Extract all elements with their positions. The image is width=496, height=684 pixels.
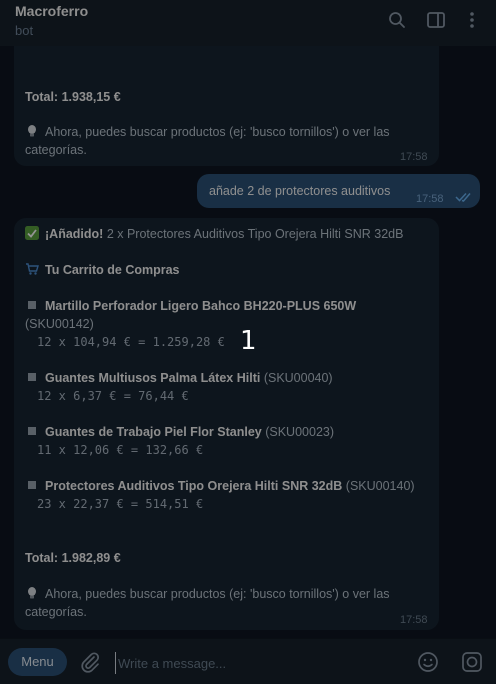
square-bullet-icon	[25, 478, 39, 492]
cart-item-sku: (SKU00040)	[263, 371, 333, 385]
cart-item: Martillo Perforador Ligero Bahco BH220-P…	[25, 297, 356, 315]
cart-item-calc: 12 x 104,94 € = 1.259,28 €	[37, 335, 225, 349]
message-composer: Menu	[0, 638, 496, 684]
message-time: 17:58	[400, 614, 428, 626]
more-options-icon[interactable]	[462, 10, 482, 30]
search-icon[interactable]	[387, 10, 407, 30]
cart-item-sku: (SKU00140)	[345, 479, 415, 493]
menu-button[interactable]: Menu	[8, 648, 67, 676]
cart-item-sku: (SKU00023)	[265, 425, 335, 439]
square-bullet-icon	[25, 370, 39, 384]
user-message: añade 2 de protectores auditivos 17:58	[197, 174, 480, 208]
cart-item-name: Guantes de Trabajo Piel Flor Stanley	[45, 425, 262, 439]
cart-item-name: Guantes Multiusos Palma Látex Hilti	[45, 371, 261, 385]
chat-title: Macroferro	[15, 3, 89, 19]
cart-item-name: Protectores Auditivos Tipo Orejera Hilti…	[45, 479, 343, 493]
chat-window: Macroferro bot Total: 1.938,15 € Ahora, …	[0, 0, 496, 684]
hint-text: Ahora, puedes buscar productos (ej: 'bus…	[45, 125, 390, 139]
message-time: 17:58	[400, 151, 428, 163]
cart-item-calc: 11 x 12,06 € = 132,66 €	[37, 443, 204, 457]
sidebar-toggle-icon[interactable]	[426, 10, 446, 30]
bot-message: ¡Añadido! 2 x Protectores Auditivos Tipo…	[14, 218, 439, 630]
cart-item: Guantes de Trabajo Piel Flor Stanley (SK…	[25, 423, 334, 441]
cart-item-calc: 12 x 6,37 € = 76,44 €	[37, 389, 189, 403]
lightbulb-icon	[25, 586, 39, 600]
square-bullet-icon	[25, 424, 39, 438]
cart-item-sku: (SKU00142)	[25, 317, 94, 331]
double-check-icon	[455, 190, 473, 202]
added-line: ¡Añadido! 2 x Protectores Auditivos Tipo…	[25, 225, 403, 243]
chat-subtitle: bot	[15, 23, 34, 38]
overlay-marker: 1	[240, 326, 257, 356]
added-text: 2 x Protectores Auditivos Tipo Orejera H…	[106, 227, 404, 241]
hint-text-continued: categorías.	[25, 143, 87, 157]
bot-message: Total: 1.938,15 € Ahora, puedes buscar p…	[14, 46, 439, 166]
cart-title: Tu Carrito de Compras	[45, 263, 180, 277]
hint-line: Ahora, puedes buscar productos (ej: 'bus…	[25, 123, 390, 141]
previous-total: Total: 1.938,15 €	[25, 90, 121, 104]
camera-icon[interactable]	[460, 650, 484, 674]
added-label: ¡Añadido!	[45, 227, 104, 241]
hint-text: Ahora, puedes buscar productos (ej: 'bus…	[45, 587, 390, 601]
lightbulb-icon	[25, 124, 39, 138]
cart-title-line: Tu Carrito de Compras	[25, 261, 180, 279]
cart-item-calc: 23 x 22,37 € = 514,51 €	[37, 497, 204, 511]
cart-item-name: Martillo Perforador Ligero Bahco BH220-P…	[45, 299, 357, 313]
cart-total: Total: 1.982,89 €	[25, 551, 121, 565]
shopping-cart-icon	[25, 262, 39, 276]
check-mark-icon	[25, 226, 39, 240]
cart-item: Guantes Multiusos Palma Látex Hilti (SKU…	[25, 369, 333, 387]
hint-text-continued: categorías.	[25, 605, 87, 619]
square-bullet-icon	[25, 298, 39, 312]
attach-icon[interactable]	[78, 650, 102, 674]
cart-item: Protectores Auditivos Tipo Orejera Hilti…	[25, 477, 415, 495]
chat-header[interactable]: Macroferro bot	[0, 0, 496, 46]
hint-line: Ahora, puedes buscar productos (ej: 'bus…	[25, 585, 390, 603]
message-time: 17:58	[416, 193, 444, 205]
message-input[interactable]	[115, 652, 395, 674]
user-message-text: añade 2 de protectores auditivos	[209, 184, 391, 198]
emoji-icon[interactable]	[416, 650, 440, 674]
